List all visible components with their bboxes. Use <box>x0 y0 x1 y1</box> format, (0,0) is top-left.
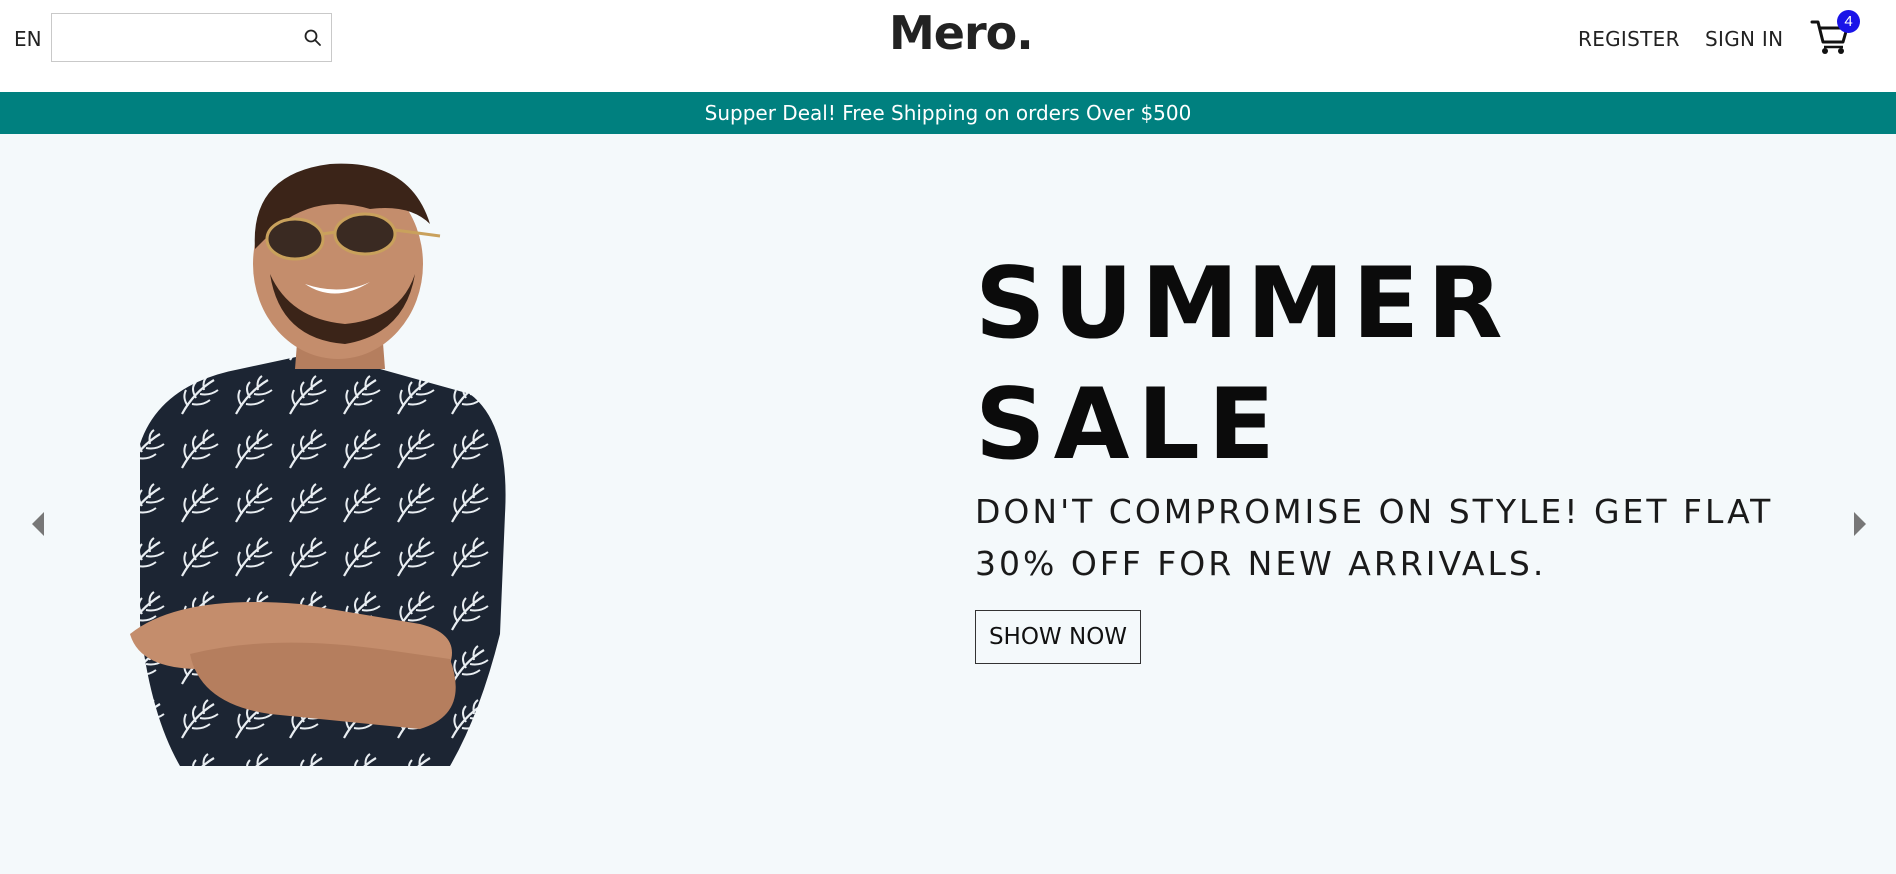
arrow-right-icon[interactable] <box>1842 500 1878 548</box>
register-link[interactable]: REGISTER <box>1578 27 1680 51</box>
hero-slider: SUMMER SALE DON'T COMPROMISE ON STYLE! G… <box>0 134 1896 874</box>
cart-count-badge: 4 <box>1837 10 1860 33</box>
hero-title-line-2: SALE <box>975 368 1283 482</box>
language-selector[interactable]: EN <box>14 27 42 51</box>
sign-in-link[interactable]: SIGN IN <box>1705 27 1783 51</box>
site-logo[interactable]: Mero. <box>889 6 1034 60</box>
search-icon[interactable] <box>303 28 323 48</box>
announcement-bar: Supper Deal! Free Shipping on orders Ove… <box>0 92 1896 134</box>
search-box <box>51 13 332 62</box>
show-now-button[interactable]: SHOW NOW <box>975 610 1141 664</box>
hero-subtitle: DON'T COMPROMISE ON STYLE! GET FLAT 30% … <box>975 492 1774 583</box>
search-input[interactable] <box>58 20 288 55</box>
arrow-left-icon[interactable] <box>20 500 56 548</box>
hero-model-image <box>130 163 506 766</box>
hero-title: SUMMER SALE <box>975 244 1511 486</box>
navbar: EN Mero. REGISTER SIGN IN 4 <box>0 0 1896 92</box>
hero-title-line-1: SUMMER <box>975 247 1511 361</box>
